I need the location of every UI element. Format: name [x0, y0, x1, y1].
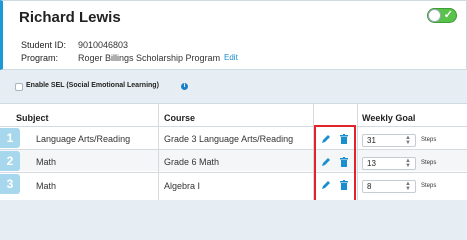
student-name: Richard Lewis	[19, 9, 121, 26]
weekly-goal-input[interactable]: 8 ▲ ▼	[362, 180, 416, 193]
edit-program-link[interactable]: Edit	[224, 53, 238, 62]
column-divider	[158, 103, 159, 200]
row-divider	[0, 149, 467, 150]
weekly-goal-value: 13	[367, 159, 376, 168]
header-divider	[0, 126, 467, 127]
header-course: Course	[164, 113, 196, 123]
active-toggle[interactable]: ✓	[427, 8, 457, 23]
course-cell: Grade 3 Language Arts/Reading	[164, 134, 294, 144]
program-label: Program:	[21, 53, 59, 63]
weekly-goal-input[interactable]: 13 ▲ ▼	[362, 157, 416, 170]
info-icon[interactable]: i	[181, 83, 188, 90]
row-number: 3	[0, 174, 20, 194]
header-subject: Subject	[16, 113, 49, 123]
student-id-value: 9010046803	[78, 40, 129, 50]
subject-cell: Language Arts/Reading	[36, 134, 131, 144]
check-icon: ✓	[443, 9, 453, 21]
sel-label[interactable]: Enable SEL (Social Emotional Learning)	[26, 82, 159, 89]
stepper-arrows-icon[interactable]: ▲ ▼	[405, 181, 411, 192]
weekly-goal-input[interactable]: 31 ▲ ▼	[362, 134, 416, 147]
course-cell: Algebra I	[164, 181, 201, 191]
goal-unit: Steps	[421, 183, 437, 189]
subject-cell: Math	[36, 181, 57, 191]
toggle-knob	[428, 9, 441, 22]
row-divider	[0, 172, 467, 173]
sel-checkbox[interactable]	[15, 83, 23, 91]
actions-highlight	[314, 125, 356, 200]
weekly-goal-value: 8	[367, 182, 372, 191]
goal-unit: Steps	[421, 160, 437, 166]
stepper-arrows-icon[interactable]: ▲ ▼	[405, 135, 411, 146]
stepper-arrows-icon[interactable]: ▲ ▼	[405, 158, 411, 169]
course-cell: Grade 6 Math	[164, 157, 220, 167]
weekly-goal-value: 31	[367, 136, 376, 145]
student-card: Richard Lewis ✓ Student ID: 9010046803 P…	[0, 0, 467, 70]
row-number: 1	[0, 128, 20, 148]
student-id-label: Student ID:	[21, 40, 67, 50]
goal-unit: Steps	[421, 137, 437, 143]
subject-cell: Math	[36, 157, 57, 167]
program-value: Roger Billings Scholarship Program	[78, 53, 221, 63]
header-weekly-goal: Weekly Goal	[362, 113, 416, 123]
row-number: 2	[0, 151, 20, 171]
column-divider	[357, 103, 358, 200]
